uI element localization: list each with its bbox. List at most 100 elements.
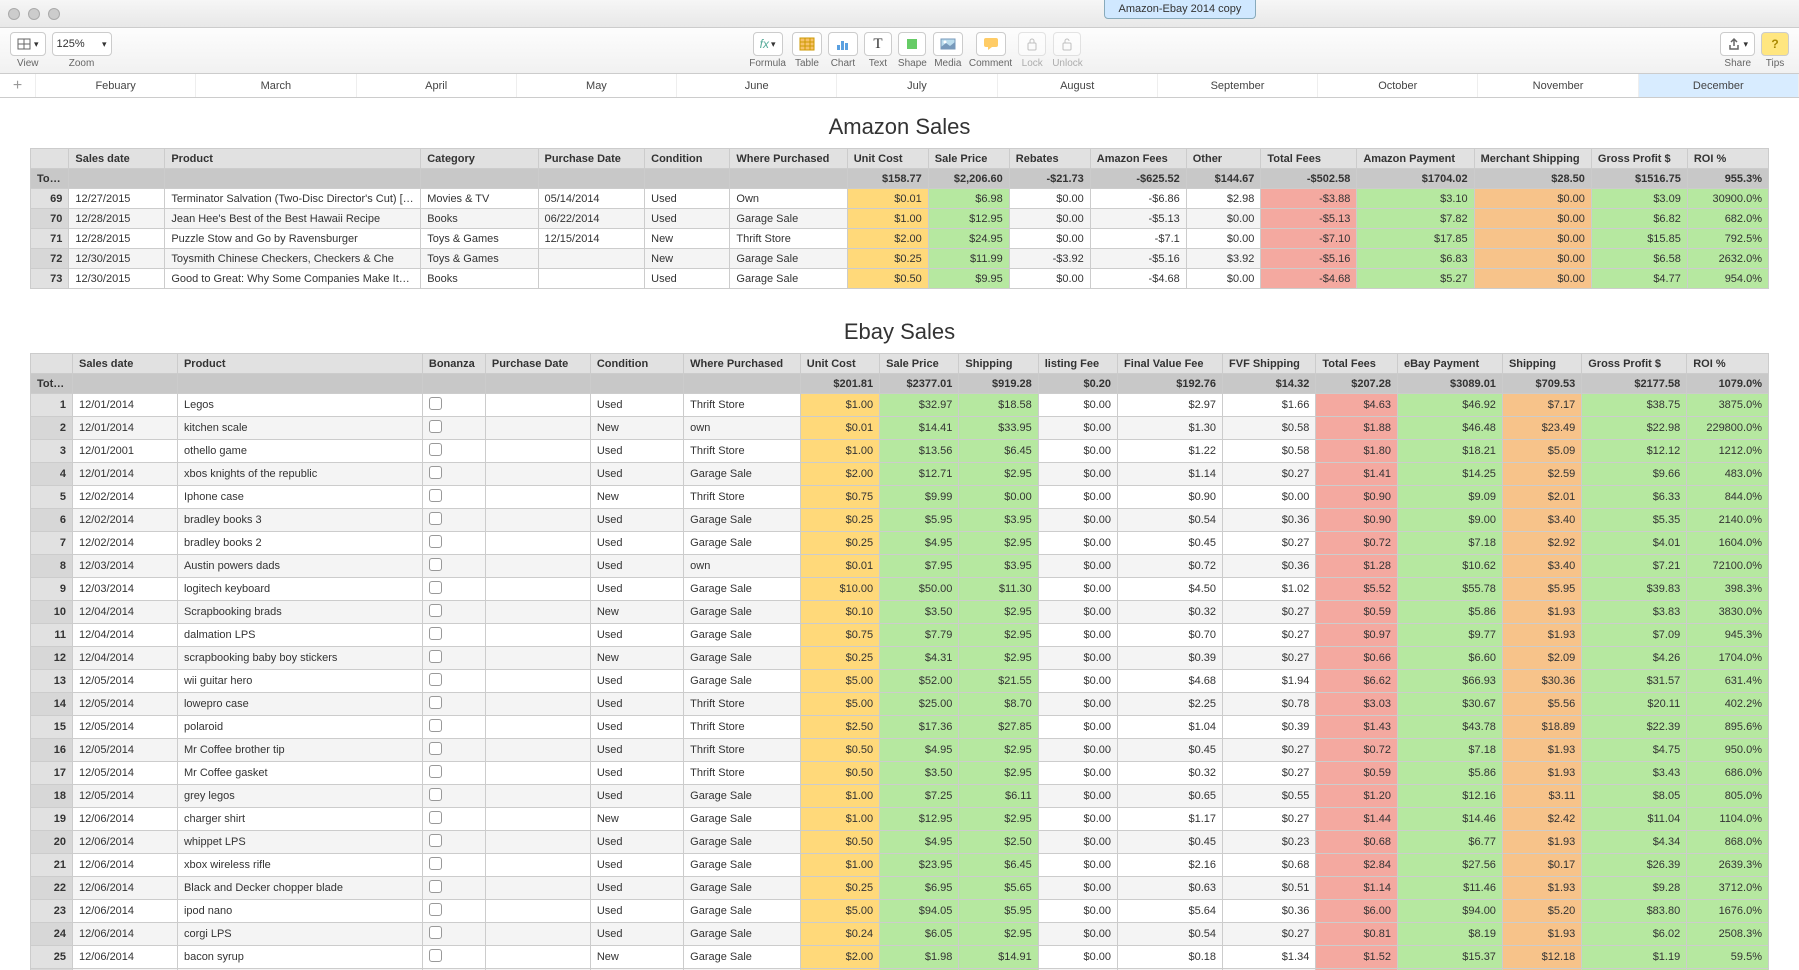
cell[interactable]: $0.54: [1118, 923, 1223, 946]
table-row[interactable]: 1912/06/2014charger shirtNewGarage Sale$…: [31, 808, 1769, 831]
cell[interactable]: 895.6%: [1687, 716, 1769, 739]
bonanza-checkbox[interactable]: [429, 443, 442, 456]
cell[interactable]: 12/05/2014: [72, 670, 177, 693]
cell[interactable]: $0.00: [959, 486, 1038, 509]
cell[interactable]: [538, 249, 645, 269]
cell[interactable]: $1.93: [1502, 877, 1581, 900]
cell[interactable]: $2.95: [959, 624, 1038, 647]
cell[interactable]: $0.90: [1118, 486, 1223, 509]
cell[interactable]: [422, 532, 485, 555]
cell[interactable]: [485, 923, 590, 946]
bonanza-checkbox[interactable]: [429, 673, 442, 686]
col-header[interactable]: Product: [177, 354, 422, 374]
cell[interactable]: $46.48: [1397, 417, 1502, 440]
sheet-tab-july[interactable]: July: [837, 74, 997, 97]
cell[interactable]: $0.32: [1118, 601, 1223, 624]
cell[interactable]: $0.32: [1118, 762, 1223, 785]
cell[interactable]: $3.50: [880, 601, 959, 624]
cell[interactable]: $1.28: [1316, 555, 1398, 578]
table-row[interactable]: 6912/27/2015Terminator Salvation (Two-Di…: [31, 189, 1769, 209]
col-header[interactable]: Condition: [645, 149, 730, 169]
cell[interactable]: 12/28/2015: [69, 229, 165, 249]
cell[interactable]: $18.58: [959, 394, 1038, 417]
col-header[interactable]: Purchase Date: [538, 149, 645, 169]
cell[interactable]: Mr Coffee brother tip: [177, 739, 422, 762]
cell[interactable]: [422, 877, 485, 900]
bonanza-checkbox[interactable]: [429, 420, 442, 433]
cell[interactable]: $9.77: [1397, 624, 1502, 647]
cell[interactable]: 1704.0%: [1687, 647, 1769, 670]
cell[interactable]: New: [590, 808, 683, 831]
col-header[interactable]: FVF Shipping: [1223, 354, 1316, 374]
cell[interactable]: scrapbooking baby boy stickers: [177, 647, 422, 670]
amazon-table[interactable]: Sales dateProductCategoryPurchase DateCo…: [30, 148, 1769, 289]
bonanza-checkbox[interactable]: [429, 949, 442, 962]
cell[interactable]: 2508.3%: [1687, 923, 1769, 946]
bonanza-checkbox[interactable]: [429, 466, 442, 479]
cell[interactable]: [422, 509, 485, 532]
cell[interactable]: $24.95: [928, 229, 1009, 249]
col-header[interactable]: Shipping: [1502, 354, 1581, 374]
cell[interactable]: $12.71: [880, 463, 959, 486]
cell[interactable]: 950.0%: [1687, 739, 1769, 762]
cell[interactable]: [485, 578, 590, 601]
cell[interactable]: $3.50: [880, 762, 959, 785]
cell[interactable]: $1.17: [1118, 808, 1223, 831]
cell[interactable]: New: [645, 249, 730, 269]
cell[interactable]: $2.95: [959, 601, 1038, 624]
cell[interactable]: $1.93: [1502, 601, 1581, 624]
col-header[interactable]: ROI %: [1687, 354, 1769, 374]
shape-button[interactable]: [898, 32, 926, 56]
cell[interactable]: $4.34: [1582, 831, 1687, 854]
col-header[interactable]: listing Fee: [1038, 354, 1117, 374]
cell[interactable]: $3.10: [1357, 189, 1474, 209]
cell[interactable]: $7.17: [1502, 394, 1581, 417]
cell[interactable]: $2.09: [1502, 647, 1581, 670]
cell[interactable]: -$7.10: [1261, 229, 1357, 249]
cell[interactable]: [422, 693, 485, 716]
cell[interactable]: [422, 486, 485, 509]
cell[interactable]: 2632.0%: [1687, 249, 1768, 269]
cell[interactable]: $1.66: [1223, 394, 1316, 417]
cell[interactable]: Garage Sale: [684, 831, 801, 854]
cell[interactable]: $3.03: [1316, 693, 1398, 716]
cell[interactable]: $18.89: [1502, 716, 1581, 739]
cell[interactable]: 06/22/2014: [538, 209, 645, 229]
cell[interactable]: $0.27: [1223, 532, 1316, 555]
cell[interactable]: Garage Sale: [684, 900, 801, 923]
cell[interactable]: $2.95: [959, 762, 1038, 785]
bonanza-checkbox[interactable]: [429, 650, 442, 663]
cell[interactable]: -$7.1: [1090, 229, 1186, 249]
cell[interactable]: $1.00: [847, 209, 928, 229]
bonanza-checkbox[interactable]: [429, 604, 442, 617]
cell[interactable]: $7.09: [1582, 624, 1687, 647]
col-header[interactable]: Unit Cost: [847, 149, 928, 169]
cell[interactable]: $2.16: [1118, 854, 1223, 877]
cell[interactable]: [485, 555, 590, 578]
cell[interactable]: 12/30/2015: [69, 249, 165, 269]
cell[interactable]: 792.5%: [1687, 229, 1768, 249]
cell[interactable]: $0.00: [1038, 647, 1117, 670]
cell[interactable]: [485, 831, 590, 854]
cell[interactable]: othello game: [177, 440, 422, 463]
cell[interactable]: $7.18: [1397, 739, 1502, 762]
cell[interactable]: $7.79: [880, 624, 959, 647]
col-header[interactable]: Sales date: [72, 354, 177, 374]
cell[interactable]: $10.00: [800, 578, 879, 601]
col-header[interactable]: Purchase Date: [485, 354, 590, 374]
cell[interactable]: $10.62: [1397, 555, 1502, 578]
cell[interactable]: [422, 716, 485, 739]
cell[interactable]: xbos knights of the republic: [177, 463, 422, 486]
cell[interactable]: Garage Sale: [684, 808, 801, 831]
cell[interactable]: [422, 808, 485, 831]
table-row[interactable]: 1812/05/2014grey legosUsedGarage Sale$1.…: [31, 785, 1769, 808]
cell[interactable]: $22.98: [1582, 417, 1687, 440]
cell[interactable]: [485, 486, 590, 509]
cell[interactable]: $25.00: [880, 693, 959, 716]
cell[interactable]: Used: [590, 394, 683, 417]
cell[interactable]: $0.66: [1316, 647, 1398, 670]
cell[interactable]: Toysmith Chinese Checkers, Checkers & Ch…: [165, 249, 421, 269]
cell[interactable]: $27.85: [959, 716, 1038, 739]
table-row[interactable]: 1612/05/2014Mr Coffee brother tipUsedThr…: [31, 739, 1769, 762]
col-header[interactable]: Rebates: [1009, 149, 1090, 169]
